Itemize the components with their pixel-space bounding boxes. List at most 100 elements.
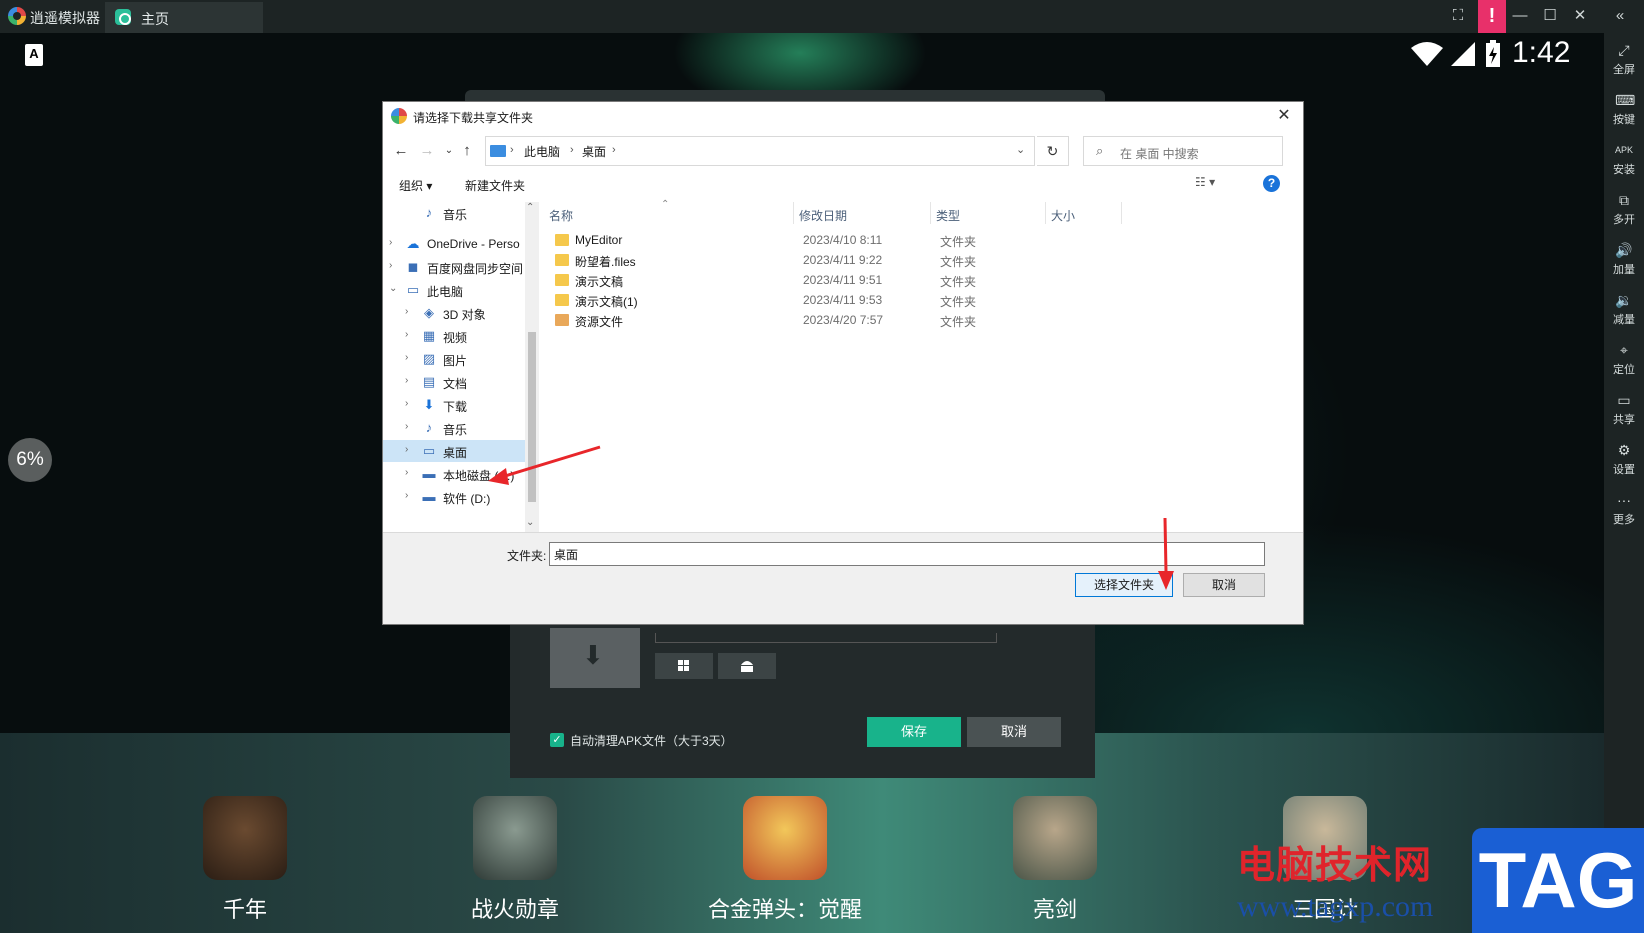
nav-item[interactable]: ♪ 音乐 [383,202,539,224]
dialog-cancel-button[interactable]: 取消 [1183,573,1265,597]
expand-icon[interactable]: › [389,260,392,271]
file-type: 文件夹 [940,295,977,309]
sidebar-label: 更多 [1613,514,1635,526]
sidebar-item-multi[interactable]: ⧉ 多开 [1604,191,1644,227]
nav-item[interactable]: › ▭ 桌面 [383,440,539,462]
column-name[interactable]: 名称 [549,207,573,224]
fit-screen-icon[interactable]: ⛶ [1446,4,1470,28]
progress-badge[interactable]: 6% [8,438,52,482]
expand-icon[interactable]: › [405,398,408,409]
nav-item[interactable]: ⌄ ▭ 此电脑 [383,279,539,301]
scroll-up-icon[interactable]: ⌃ [526,202,534,213]
up-button[interactable]: ↑ [457,140,477,162]
open-android-folder-button[interactable] [718,653,776,679]
organize-button[interactable]: 组织 ▾ [399,177,432,194]
sidebar-item-settings[interactable]: ⚙ 设置 [1604,441,1644,477]
close-button[interactable]: ✕ [1568,4,1592,28]
nav-item[interactable]: › ▬ 本地磁盘 (C:) [383,463,539,485]
expand-icon[interactable]: › [405,444,408,455]
nav-item[interactable]: › ⬇ 下载 [383,394,539,416]
breadcrumb-this-pc[interactable]: 此电脑 [524,143,560,160]
nav-scrollbar[interactable]: ⌃ ⌄ [525,202,539,532]
refresh-button[interactable]: ↻ [1037,136,1069,166]
help-icon[interactable]: ? [1263,175,1280,192]
nav-item[interactable]: › ▦ 视频 [383,325,539,347]
scrollbar-thumb[interactable] [528,332,536,502]
sidebar-item-keys[interactable]: ⌨ 按键 [1604,91,1644,127]
share-path-field[interactable] [655,633,997,643]
nav-item[interactable]: › ◈ 3D 对象 [383,302,539,324]
tab-home[interactable]: 主页 [105,2,263,33]
nav-item[interactable]: › ▬ 软件 (D:) [383,486,539,508]
address-dropdown-icon[interactable]: ⌄ [1016,143,1025,156]
dialog-close-button[interactable]: ✕ [1269,104,1299,128]
back-button[interactable]: ← [391,140,411,162]
sidebar-item-volume-down[interactable]: 🔉 减量 [1604,291,1644,327]
nav-item-label: 文档 [443,377,468,391]
minimize-button[interactable]: — [1508,4,1532,28]
select-folder-button[interactable]: 选择文件夹 [1075,573,1173,597]
sidebar-item-location[interactable]: ⌖ 定位 [1604,341,1644,377]
new-folder-button[interactable]: 新建文件夹 [465,177,525,194]
expand-icon[interactable]: › [405,467,408,478]
app-zhanhuo[interactable]: 战火勋章 [425,796,605,924]
nav-item[interactable]: › ☁ OneDrive - Perso [383,233,539,255]
sidebar-label: 定位 [1613,364,1635,376]
scroll-down-icon[interactable]: ⌄ [526,517,534,528]
maximize-button[interactable]: ☐ [1538,4,1562,28]
expanded-icon[interactable]: ⌄ [389,283,397,294]
sidebar-item-volume-up[interactable]: 🔊 加量 [1604,241,1644,277]
app-qiannian[interactable]: 千年 [155,796,335,924]
expand-icon[interactable]: › [405,352,408,363]
save-button[interactable]: 保存 [867,717,961,747]
folder-name-field[interactable] [549,542,1265,566]
file-row[interactable]: 演示文稿 2023/4/11 9:51 文件夹 [543,270,1163,290]
file-name: 资源文件 [575,315,624,329]
column-size[interactable]: 大小 [1051,207,1075,224]
nav-item[interactable]: › ▤ 文档 [383,371,539,393]
file-row[interactable]: 演示文稿(1) 2023/4/11 9:53 文件夹 [543,290,1163,310]
file-name: 盼望着.files [575,255,636,269]
view-options-button[interactable]: ☷ ▾ [1195,175,1215,189]
expand-icon[interactable]: › [405,421,408,432]
column-type[interactable]: 类型 [936,207,960,224]
location-icon: ⌖ [1620,342,1628,358]
sidebar-label: 安装 [1613,164,1635,176]
recent-dropdown-button[interactable]: ⌄ [439,140,459,162]
expand-icon[interactable]: › [405,329,408,340]
app-liangjian[interactable]: 亮剑 [965,796,1145,924]
nav-item-label: 软件 (D:) [443,492,491,506]
expand-icon[interactable]: › [389,237,392,248]
folder-icon [555,254,569,266]
file-row[interactable]: MyEditor 2023/4/10 8:11 文件夹 [543,230,1163,250]
fullscreen-icon: ⤢ [1618,42,1630,58]
open-windows-folder-button[interactable] [655,653,713,679]
nav-item[interactable]: › ♪ 音乐 [383,417,539,439]
collapse-sidebar-button[interactable]: « [1608,4,1632,28]
folder-icon: ☁ [406,236,420,251]
breadcrumb-desktop[interactable]: 桌面 [582,143,606,160]
file-row[interactable]: 盼望着.files 2023/4/11 9:22 文件夹 [543,250,1163,270]
expand-icon[interactable]: › [405,375,408,386]
expand-icon[interactable]: › [405,306,408,317]
sidebar-item-install[interactable]: APK 安装 [1604,141,1644,177]
auto-clean-checkbox[interactable]: ✓ [550,733,564,747]
dialog-footer: 文件夹: 选择文件夹 取消 [383,532,1303,624]
sidebar-item-fullscreen[interactable]: ⤢ 全屏 [1604,41,1644,77]
app-metal-slug[interactable]: 合金弹头：觉醒 [695,796,875,924]
column-date[interactable]: 修改日期 [799,207,847,224]
file-row[interactable]: 资源文件 2023/4/20 7:57 文件夹 [543,310,1163,330]
settings-cancel-button[interactable]: 取消 [967,717,1061,747]
notification-button[interactable]: ! [1478,0,1506,33]
nav-item[interactable]: › ▨ 图片 [383,348,539,370]
forward-button[interactable]: → [417,140,437,162]
search-input[interactable]: ⌕ 在 桌面 中搜索 [1083,136,1283,166]
nav-item-label: 百度网盘同步空间 [427,262,524,276]
nav-item[interactable]: › ◼ 百度网盘同步空间 [383,256,539,278]
sidebar-item-share[interactable]: ▭ 共享 [1604,391,1644,427]
search-placeholder: 在 桌面 中搜索 [1120,147,1199,161]
expand-icon[interactable]: › [405,490,408,501]
sidebar-label: 减量 [1613,314,1635,326]
sidebar-item-more[interactable]: ··· 更多 [1604,491,1644,527]
address-bar[interactable]: › 此电脑 › 桌面 › ⌄ [485,136,1035,166]
